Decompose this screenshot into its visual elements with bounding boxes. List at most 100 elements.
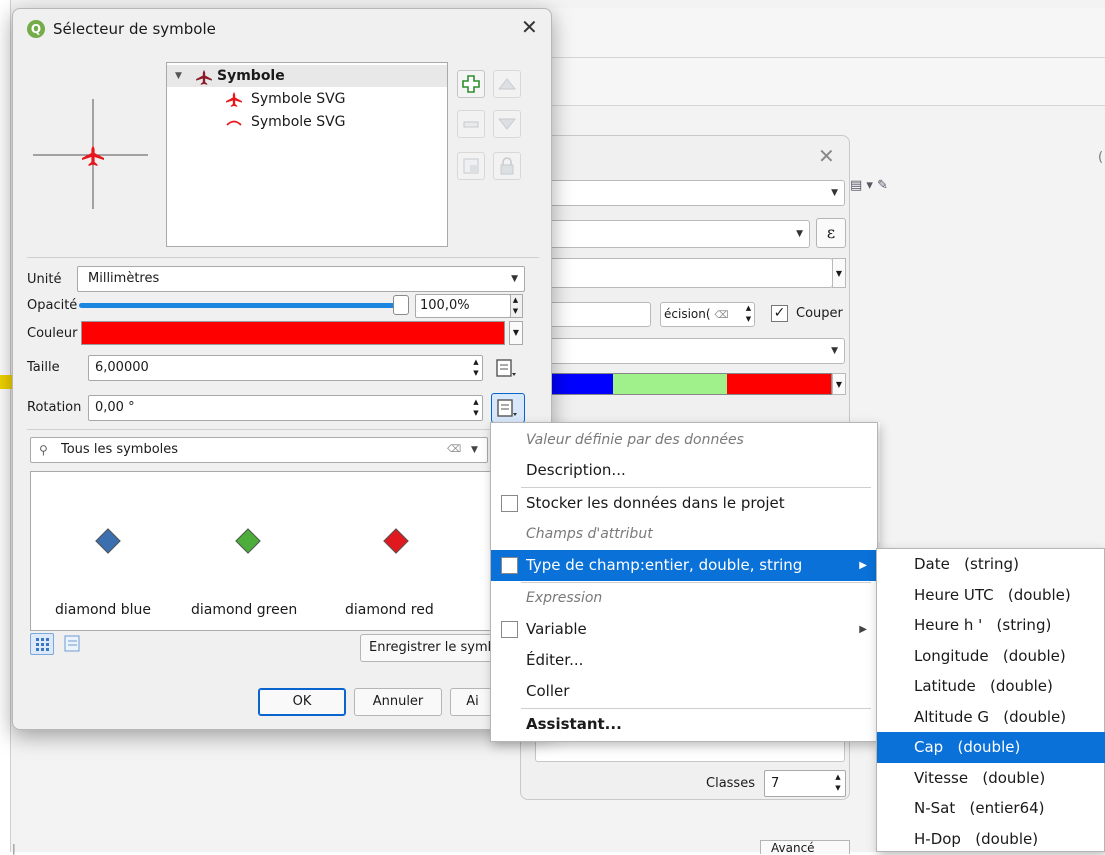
dialog-title: Sélecteur de symbole [53,20,216,38]
rotation-field[interactable]: 0,00 ° [88,395,483,421]
submenu-item[interactable]: Heure h ' (string) [877,610,1105,641]
menu-item-assistant[interactable]: Assistant... [491,709,877,740]
menu-header-fields: Champs d'attribut [526,526,653,542]
size-field[interactable]: 6,00000 [88,355,483,381]
menu-item-description[interactable]: Description... [491,455,877,486]
opacity-slider-handle[interactable] [393,295,409,315]
store-checkbox[interactable] [501,495,518,512]
format-field[interactable] [535,302,651,327]
field-type-checkbox[interactable] [501,557,518,574]
value-combo[interactable]: ▼ [535,220,810,248]
plane-layer-icon [226,91,242,107]
cut-label: Couper [796,306,843,321]
menu-item-field-type[interactable]: Type de champ:entier, double, string ▶ [491,550,877,581]
rotation-label: Rotation [27,400,82,415]
move-down-button[interactable] [493,110,521,138]
color-dropdown-button[interactable]: ▼ [509,321,523,345]
variable-checkbox[interactable] [501,621,518,638]
ramp-green [613,374,727,394]
preview-crosshair [33,99,148,209]
cut-checkbox[interactable]: ✓ [771,305,788,322]
help-button[interactable]: Ai [450,688,495,716]
symbol-search-field[interactable]: ⚲ Tous les symboles ⌫ ▼ [30,437,488,463]
symbol-preview [33,99,148,209]
icon-view-button[interactable] [30,633,54,655]
duplicate-layer-button[interactable] [457,152,485,180]
submenu-item[interactable]: Longitude (double) [877,641,1105,672]
submenu-item[interactable]: Latitude (double) [877,671,1105,702]
symbol-item[interactable]: diamond red [331,512,461,632]
menu-header-expression: Expression [526,590,603,606]
symbol-dropdown-button[interactable]: ▼ [832,258,846,288]
tree-layer-row[interactable]: Symbole SVG [167,111,447,133]
close-icon[interactable]: ✕ [818,144,835,168]
submenu-arrow-icon: ▶ [859,560,867,571]
submenu-item[interactable]: Date (string) [877,549,1105,580]
symbol-name: diamond green [191,602,298,618]
add-layer-icon [462,75,480,93]
submenu-item-selected[interactable]: Cap (double) [877,732,1105,763]
toolbar-tools-icon[interactable]: ▤ ▾ ✎ [850,178,900,198]
close-icon[interactable]: ✕ [521,15,538,39]
middle-panel-area [878,422,880,542]
background-toolbar [550,8,1105,58]
renderer-combo[interactable]: ▼ [535,180,845,206]
precision-field[interactable]: écision( ⌫ [660,302,755,327]
cancel-button[interactable]: Annuler [354,688,442,716]
move-up-button[interactable] [493,70,521,98]
symbol-layer-tree[interactable]: ▼ Symbole Symbole SVG Symbole SVG [166,62,448,247]
lock-layer-button[interactable] [493,152,521,180]
submenu-arrow-icon: ▶ [859,624,867,635]
tree-layer-row[interactable]: Symbole SVG [167,88,447,110]
clear-icon[interactable]: ⌫ [714,310,728,321]
classes-value: 7 [771,776,780,791]
ramp-dropdown-button[interactable]: ▼ [832,373,846,395]
submenu-item[interactable]: N-Sat (entier64) [877,793,1105,824]
menu-item-edit[interactable]: Éditer... [491,645,877,676]
save-symbol-button[interactable]: Enregistrer le symb [360,634,495,662]
ramp-red [727,374,831,394]
expression-button[interactable]: ε [816,218,846,248]
classes-spinner[interactable]: ▲ ▼ [832,772,844,795]
search-filter-dropdown-icon[interactable]: ▼ [471,438,478,462]
opacity-slider[interactable] [79,303,399,308]
symbol-item[interactable]: diamond blue [47,512,167,632]
submenu-item[interactable]: Heure UTC (double) [877,580,1105,611]
opacity-spinner[interactable]: ▲ ▼ [509,294,523,318]
symbol-combo[interactable] [535,258,833,288]
collapse-arrow-icon[interactable]: ▼ [175,65,182,87]
remove-layer-icon [463,121,479,128]
size-spinner[interactable]: ▲ ▼ [470,357,482,379]
rotation-spinner[interactable]: ▲ ▼ [470,397,482,419]
add-layer-button[interactable] [457,70,485,98]
unit-combo[interactable]: Millimètres ▼ [77,266,525,292]
clear-search-icon[interactable]: ⌫ [447,438,461,462]
ok-button[interactable]: OK [258,688,346,716]
color-label: Couleur [27,326,78,341]
symbol-name: diamond blue [55,602,152,618]
mode-combo[interactable]: ▼ [535,338,845,364]
menu-header-data: Valeur définie par des données [526,432,744,448]
data-defined-icon [497,399,517,417]
menu-item-variable[interactable]: Variable ▶ [491,614,877,645]
menu-item-paste[interactable]: Coller [491,676,877,707]
arrow-down-icon [497,118,517,130]
classes-label: Classes [706,776,755,791]
rotation-value: 0,00 ° [95,400,135,415]
grid-view-icon [36,638,49,651]
rotation-data-defined-button[interactable] [491,393,525,423]
precision-spinner[interactable]: ▲ ▼ [742,303,755,326]
symbol-item[interactable]: diamond green [181,512,311,632]
size-data-defined-button[interactable] [491,355,523,381]
color-ramp[interactable] [535,373,832,395]
opacity-field[interactable]: 100,0% [415,294,511,318]
tree-root-row[interactable]: ▼ Symbole [167,65,447,87]
submenu-item[interactable]: Vitesse (double) [877,763,1105,794]
list-view-button[interactable] [61,633,85,655]
menu-item-store-data[interactable]: Stocker les données dans le projet [491,488,877,519]
symbol-gallery[interactable]: diamond blue diamond green diamond red [30,471,500,631]
remove-layer-button[interactable] [457,110,485,138]
color-button[interactable] [81,321,505,345]
submenu-item[interactable]: H-Dop (double) [877,824,1105,855]
submenu-item[interactable]: Altitude G (double) [877,702,1105,733]
